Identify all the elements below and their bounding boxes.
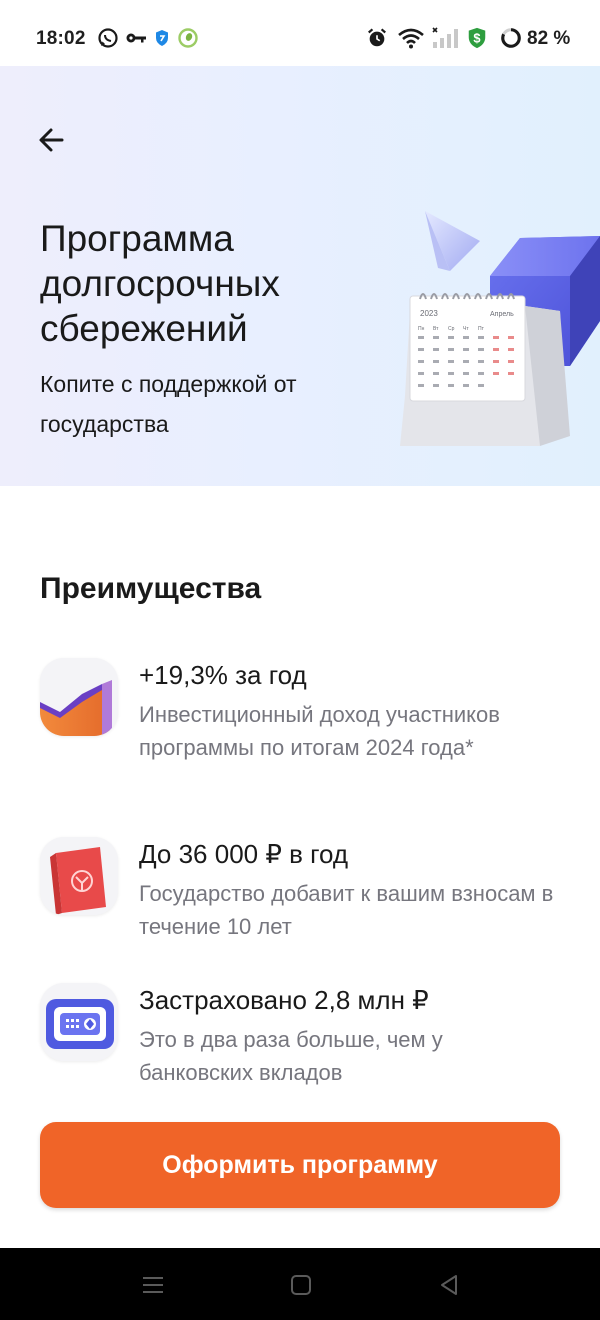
safe-icon bbox=[40, 983, 118, 1061]
advantage-title: Застраховано 2,8 млн ₽ bbox=[139, 985, 429, 1015]
signal-icon bbox=[432, 27, 458, 48]
advantage-description: Это в два раза больше, чем у банковских … bbox=[139, 1027, 443, 1085]
menu-icon[interactable] bbox=[138, 1270, 168, 1300]
calendar-weekday: Ср bbox=[448, 326, 455, 332]
shield-icon bbox=[156, 30, 168, 46]
battery-ring-icon bbox=[501, 28, 521, 48]
back-triangle-icon[interactable] bbox=[434, 1270, 464, 1300]
calendar-year: 2023 bbox=[420, 309, 438, 318]
growth-chart-icon bbox=[40, 658, 118, 736]
advantages-title: Преимущества bbox=[40, 572, 262, 605]
back-arrow-icon[interactable] bbox=[34, 122, 74, 158]
page-subtitle: Копите с поддержкой от государства bbox=[40, 371, 297, 437]
calendar-illustration: 2023 Апрель Пн Вт Ср Чт Пт bbox=[400, 211, 600, 446]
wifi-icon bbox=[398, 28, 424, 49]
security-icon: $ bbox=[468, 27, 486, 49]
advantage-title: +19,3% за год bbox=[139, 660, 307, 690]
calendar-month: Апрель bbox=[490, 311, 514, 318]
calendar-weekday: Пт bbox=[478, 326, 485, 332]
app-icon bbox=[178, 28, 198, 48]
calendar-weekday: Чт bbox=[463, 326, 469, 332]
state-document-icon bbox=[40, 837, 118, 915]
advantage-description: Государство добавит к вашим взносам в те… bbox=[139, 881, 554, 939]
whatsapp-icon bbox=[98, 28, 118, 48]
hero-banner: Программа долгосрочных сбережений Копите… bbox=[0, 66, 600, 486]
advantage-title: До 36 000 ₽ в год bbox=[139, 839, 349, 869]
svg-text:$: $ bbox=[473, 31, 480, 46]
calendar-weekday: Пн bbox=[418, 326, 425, 332]
alarm-icon bbox=[368, 28, 386, 47]
battery-percent: 82 % bbox=[527, 28, 571, 49]
status-bar: 18:02 $ 82 % bbox=[0, 0, 600, 66]
apply-program-button[interactable]: Оформить программу bbox=[40, 1122, 560, 1208]
status-time: 18:02 bbox=[36, 28, 86, 49]
system-nav-bar bbox=[0, 1248, 600, 1320]
advantage-description: Инвестиционный доход участников программ… bbox=[139, 702, 500, 760]
key-icon bbox=[126, 33, 146, 43]
page-title: Программа долгосрочных сбережений bbox=[40, 218, 280, 349]
calendar-weekday: Вт bbox=[433, 326, 439, 332]
home-icon[interactable] bbox=[286, 1270, 316, 1300]
